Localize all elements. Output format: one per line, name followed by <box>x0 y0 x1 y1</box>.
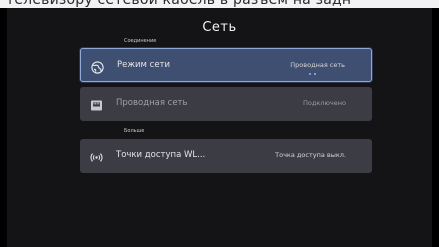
top-text-strip: телевизору сетевой кабель в разъем на за… <box>0 0 439 8</box>
wlan-hotspot-value: Точка доступа выкл. <box>275 151 346 159</box>
page-title: Сеть <box>202 20 237 35</box>
wireless-hotspot-icon <box>90 149 103 162</box>
network-mode-row[interactable]: Режим сети Проводная сеть <box>80 48 372 82</box>
top-strip-text: телевизору сетевой кабель в разъем на за… <box>6 0 352 8</box>
wired-network-row[interactable]: Проводная сеть Подключено <box>80 87 372 121</box>
option-indicator-dots <box>309 73 319 76</box>
network-mode-value: Проводная сеть <box>290 61 345 69</box>
wired-network-value: Подключено <box>303 99 346 107</box>
wired-network-label: Проводная сеть <box>116 98 188 108</box>
ethernet-icon <box>90 97 103 111</box>
network-settings-panel: Сеть Соединение Режим сети Проводная сет… <box>7 8 432 247</box>
section-header-more: Больше <box>124 128 145 134</box>
wlan-hotspot-row[interactable]: Точки доступа WL... Точка доступа выкл. <box>80 139 372 173</box>
section-header-connection: Соединение <box>124 38 157 44</box>
wlan-hotspot-label: Точки доступа WL... <box>116 150 206 160</box>
globe-icon <box>91 59 104 74</box>
network-mode-label: Режим сети <box>117 60 171 70</box>
